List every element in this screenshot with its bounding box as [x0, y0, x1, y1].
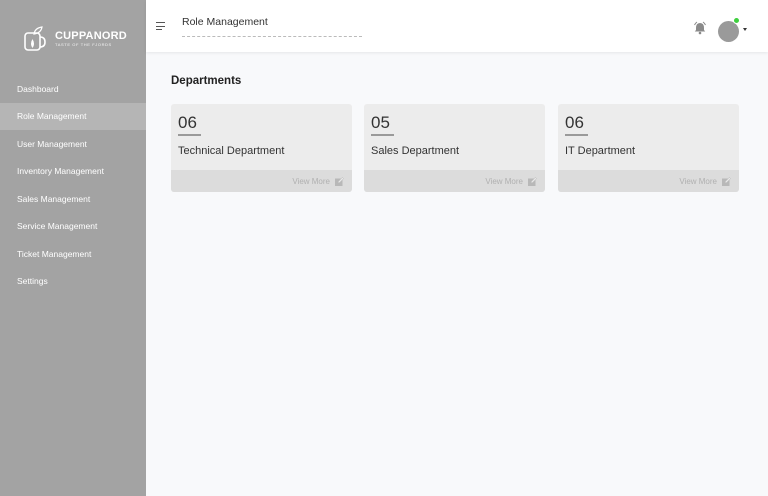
brand-tagline: TASTE OF THE FJORDS	[55, 41, 112, 47]
sidebar-nav: Dashboard Role Management User Managemen…	[0, 75, 146, 295]
department-name: IT Department	[565, 145, 636, 157]
brand-logo[interactable]: CUPPANORD TASTE OF THE FJORDS	[0, 0, 146, 77]
menu-icon[interactable]	[156, 22, 165, 31]
count-underline	[371, 134, 394, 136]
department-card[interactable]: 06 Technical Department View More	[171, 104, 352, 192]
section-title: Departments	[171, 75, 242, 87]
sidebar-item-settings[interactable]: Settings	[0, 268, 146, 296]
title-underline	[182, 36, 362, 37]
view-more-button[interactable]: View More	[171, 170, 352, 192]
bell-icon[interactable]	[693, 21, 707, 35]
top-header: Role Management	[146, 0, 768, 52]
department-name: Sales Department	[371, 145, 460, 157]
online-status-dot	[733, 17, 740, 24]
department-card[interactable]: 06 IT Department View More	[558, 104, 739, 192]
sidebar-item-sales-management[interactable]: Sales Management	[0, 185, 146, 213]
edit-icon	[528, 176, 537, 186]
view-more-button[interactable]: View More	[364, 170, 545, 192]
department-count: 06	[178, 113, 197, 132]
sidebar-item-role-management[interactable]: Role Management	[0, 102, 146, 130]
sidebar-item-user-management[interactable]: User Management	[0, 130, 146, 158]
sidebar-item-inventory-management[interactable]: Inventory Management	[0, 158, 146, 186]
chevron-down-icon[interactable]	[743, 28, 747, 31]
page-title: Role Management	[182, 16, 268, 28]
sidebar-item-ticket-management[interactable]: Ticket Management	[0, 240, 146, 268]
count-underline	[565, 134, 588, 136]
avatar[interactable]	[718, 21, 739, 42]
department-count: 05	[371, 113, 390, 132]
department-count: 06	[565, 113, 584, 132]
sidebar-item-service-management[interactable]: Service Management	[0, 213, 146, 241]
view-more-label: View More	[679, 176, 717, 186]
view-more-label: View More	[292, 176, 330, 186]
edit-icon	[722, 176, 731, 186]
department-name: Technical Department	[178, 145, 285, 157]
view-more-button[interactable]: View More	[558, 170, 739, 192]
brand-name: CUPPANORD	[55, 29, 127, 42]
department-card[interactable]: 05 Sales Department View More	[364, 104, 545, 192]
edit-icon	[335, 176, 344, 186]
count-underline	[178, 134, 201, 136]
cup-logo-icon	[24, 25, 46, 51]
sidebar: CUPPANORD TASTE OF THE FJORDS Dashboard …	[0, 0, 146, 496]
sidebar-item-dashboard[interactable]: Dashboard	[0, 75, 146, 103]
view-more-label: View More	[485, 176, 523, 186]
